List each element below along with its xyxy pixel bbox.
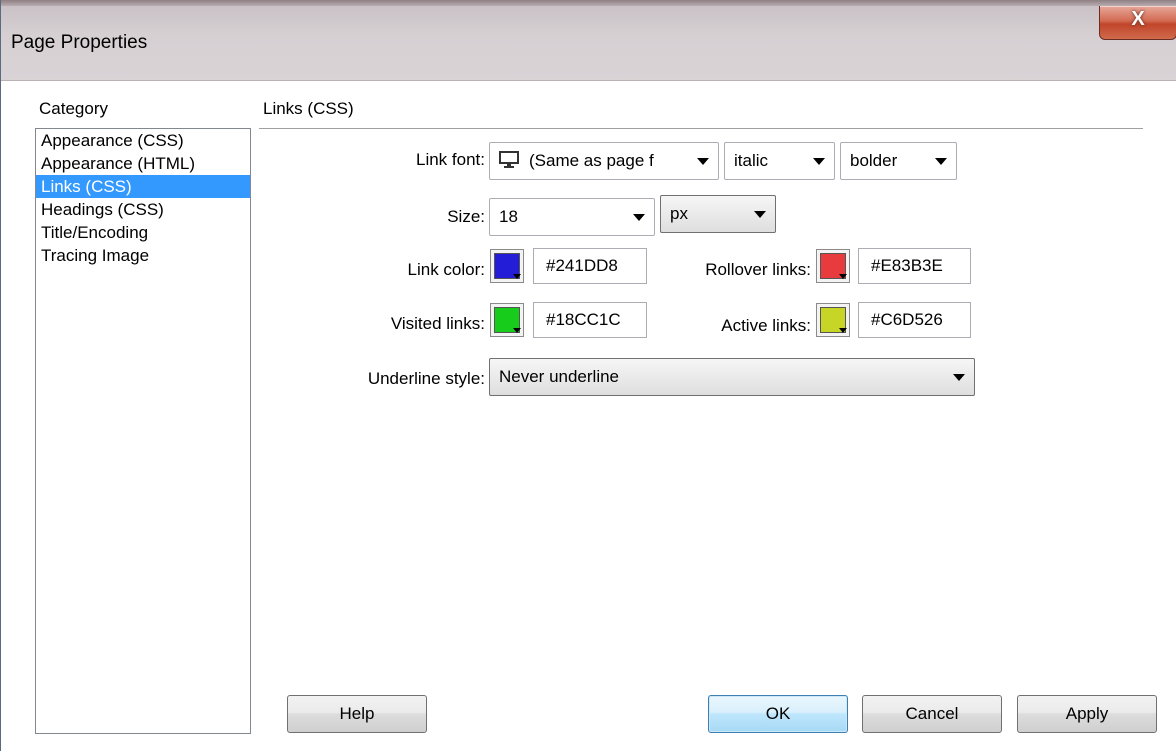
- size-unit-value: px: [670, 204, 688, 223]
- rollover-links-input[interactable]: #E83B3E: [858, 248, 971, 284]
- chevron-down-icon: [633, 214, 645, 221]
- link-color-swatch[interactable]: [490, 249, 524, 283]
- chevron-down-icon: [697, 158, 709, 165]
- section-title: Links (CSS): [263, 99, 354, 118]
- section-divider: [259, 128, 1143, 129]
- chevron-down-icon: [813, 158, 825, 165]
- underline-style-label: Underline style:: [367, 369, 485, 388]
- chevron-down-icon: [839, 274, 847, 279]
- font-weight-select[interactable]: bolder: [840, 142, 957, 180]
- category-item-title-encoding[interactable]: Title/Encoding: [36, 221, 250, 244]
- page-properties-dialog: Page Properties X Category Appearance (C…: [0, 0, 1176, 751]
- window-title: Page Properties: [11, 32, 148, 53]
- chevron-down-icon: [953, 374, 965, 381]
- monitor-icon: [499, 150, 519, 168]
- underline-style-select[interactable]: Never underline: [489, 358, 975, 396]
- underline-style-value: Never underline: [499, 367, 620, 386]
- chevron-down-icon: [935, 158, 947, 165]
- size-unit-select[interactable]: px: [660, 195, 776, 233]
- chevron-down-icon: [839, 328, 847, 333]
- font-style-select[interactable]: italic: [724, 142, 835, 180]
- rollover-links-swatch[interactable]: [816, 249, 850, 283]
- link-font-label: Link font:: [416, 150, 485, 169]
- active-links-input[interactable]: #C6D526: [858, 302, 971, 338]
- category-item-links-css[interactable]: Links (CSS): [36, 175, 250, 198]
- ok-button[interactable]: OK: [708, 695, 848, 733]
- category-label: Category: [39, 99, 108, 118]
- cancel-button[interactable]: Cancel: [862, 695, 1002, 733]
- link-font-value: (Same as page f: [529, 151, 654, 170]
- category-list[interactable]: Appearance (CSS) Appearance (HTML) Links…: [35, 128, 251, 734]
- category-item-appearance-html[interactable]: Appearance (HTML): [36, 152, 250, 175]
- title-bar[interactable]: Page Properties X: [1, 6, 1176, 81]
- active-links-swatch[interactable]: [816, 303, 850, 337]
- category-item-headings-css[interactable]: Headings (CSS): [36, 198, 250, 221]
- chevron-down-icon: [513, 328, 521, 333]
- close-icon: X: [1131, 8, 1145, 30]
- link-font-select[interactable]: (Same as page f: [489, 142, 719, 180]
- category-item-tracing-image[interactable]: Tracing Image: [36, 244, 250, 267]
- help-button[interactable]: Help: [287, 695, 427, 733]
- link-color-input[interactable]: #241DD8: [533, 248, 647, 284]
- rollover-links-label: Rollover links:: [705, 260, 811, 279]
- dialog-body: Category Appearance (CSS) Appearance (HT…: [1, 82, 1176, 751]
- visited-links-label: Visited links:: [390, 314, 485, 333]
- close-button[interactable]: X: [1099, 6, 1176, 40]
- size-select[interactable]: 18: [489, 198, 655, 236]
- font-weight-value: bolder: [850, 151, 898, 170]
- size-value: 18: [499, 207, 518, 226]
- link-color-label: Link color:: [407, 260, 485, 279]
- visited-links-swatch[interactable]: [490, 303, 524, 337]
- visited-links-input[interactable]: #18CC1C: [533, 302, 647, 338]
- chevron-down-icon: [513, 274, 521, 279]
- font-style-value: italic: [734, 151, 769, 170]
- size-label: Size:: [447, 207, 485, 226]
- category-item-appearance-css[interactable]: Appearance (CSS): [36, 129, 250, 152]
- active-links-label: Active links:: [721, 316, 811, 335]
- chevron-down-icon: [754, 211, 766, 218]
- apply-button[interactable]: Apply: [1017, 695, 1157, 733]
